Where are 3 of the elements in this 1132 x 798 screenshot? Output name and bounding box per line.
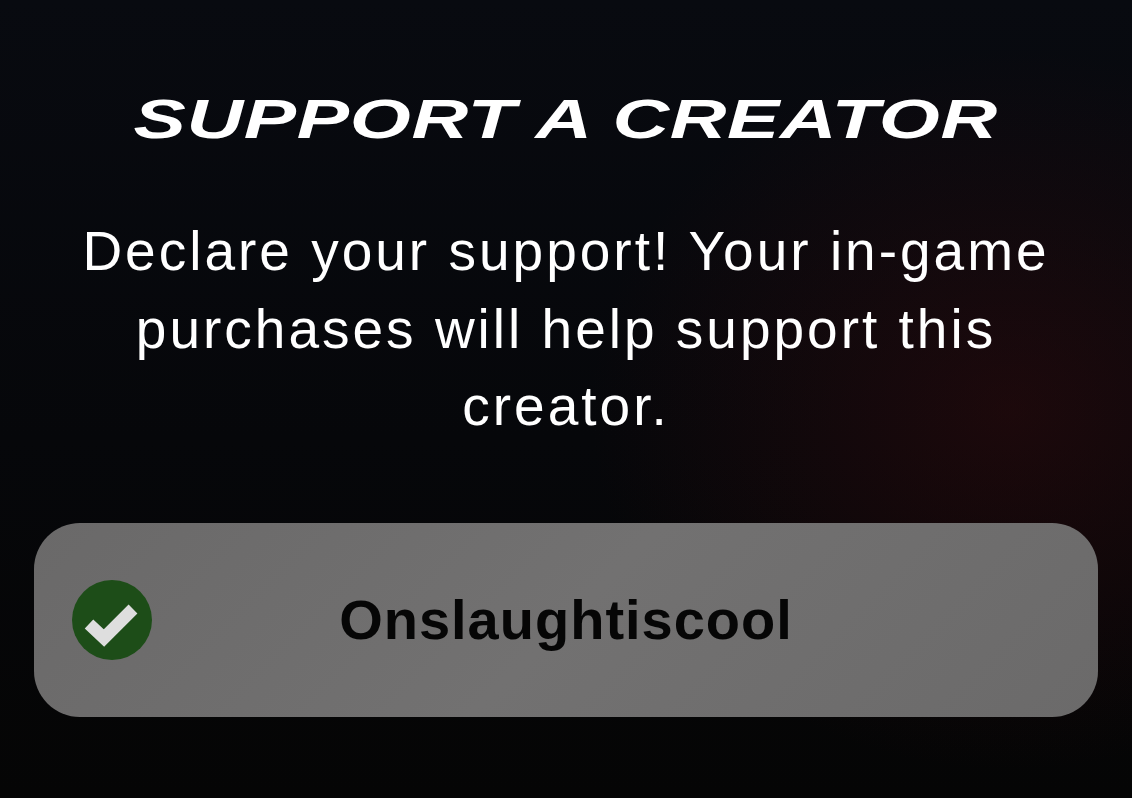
creator-option[interactable]: Onslaughtiscool <box>34 522 1098 717</box>
dialog-title: SUPPORT A CREATOR <box>133 91 999 147</box>
description-text: Declare your support! Your in-game purchases will help support this creator. <box>81 219 1051 439</box>
